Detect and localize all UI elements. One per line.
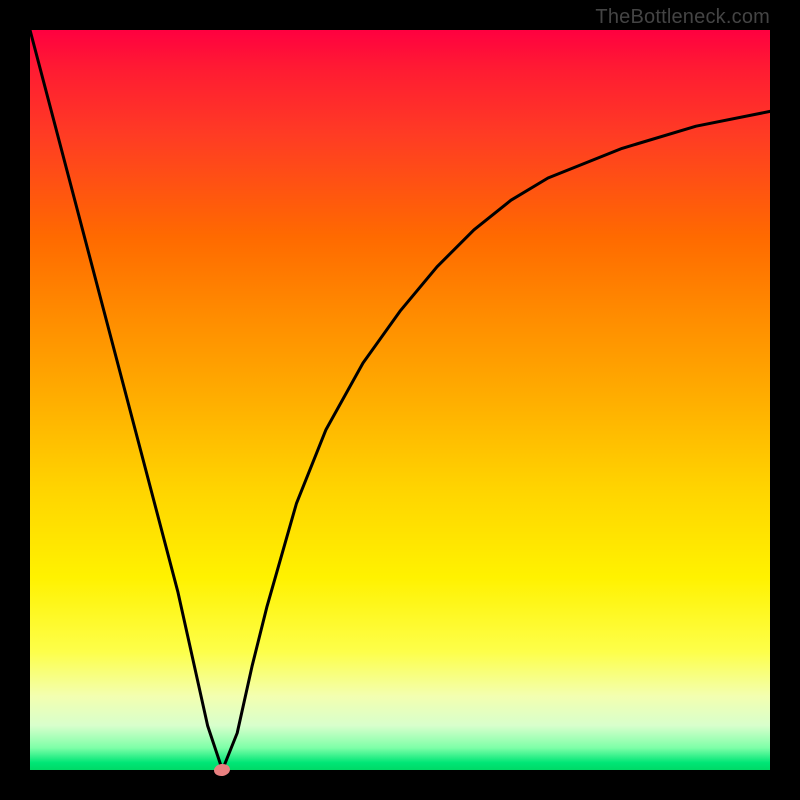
watermark-text: TheBottleneck.com [595,6,770,29]
bottleneck-curve [30,30,770,770]
optimum-marker [214,763,232,777]
curve-path [30,30,770,770]
chart-frame: TheBottleneck.com [0,0,800,800]
plot-area [30,30,770,770]
